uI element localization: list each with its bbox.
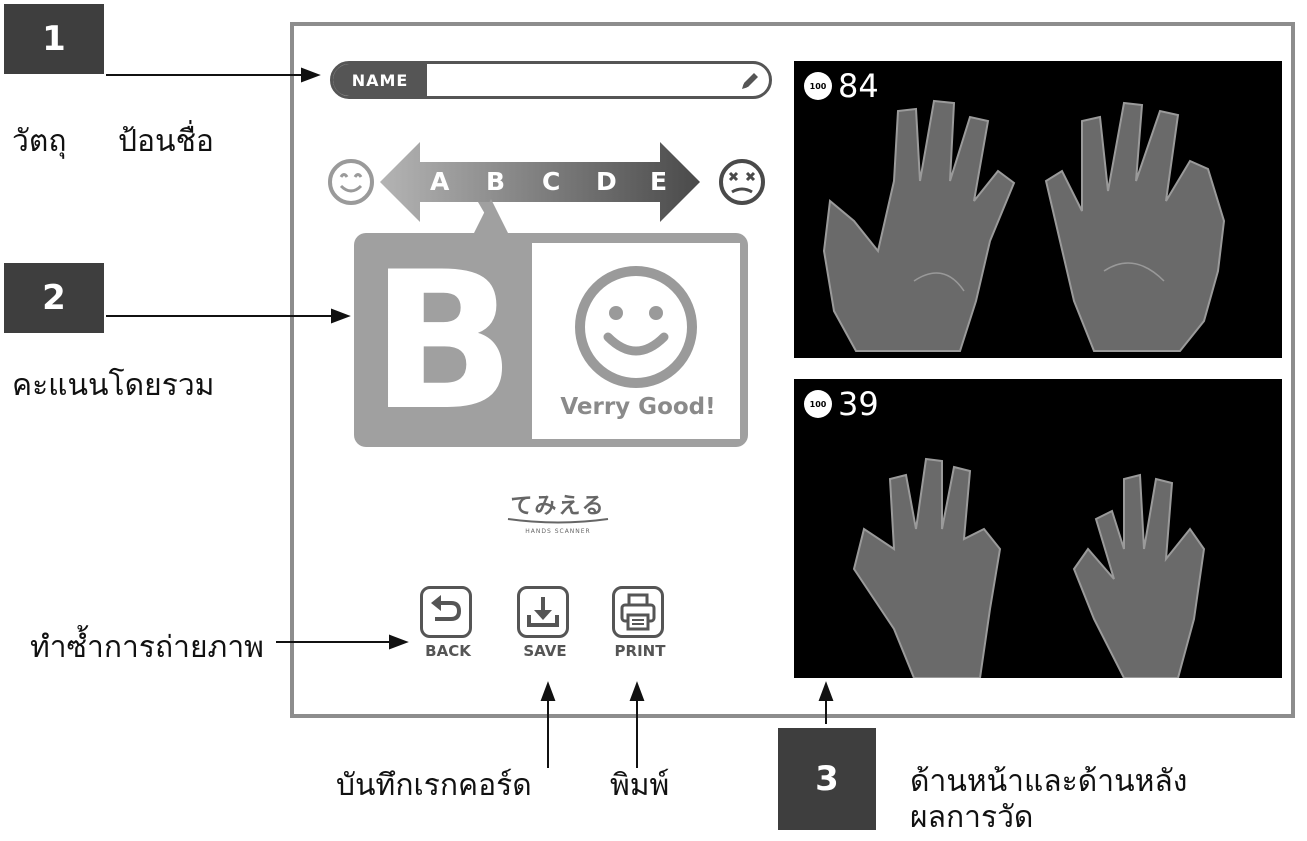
callout-number-3: 3	[778, 728, 876, 830]
annotation-arrows	[106, 67, 834, 768]
save-record-label: บันทึกเรกคอร์ด	[336, 768, 532, 803]
print-label: พิมพ์	[610, 768, 670, 803]
